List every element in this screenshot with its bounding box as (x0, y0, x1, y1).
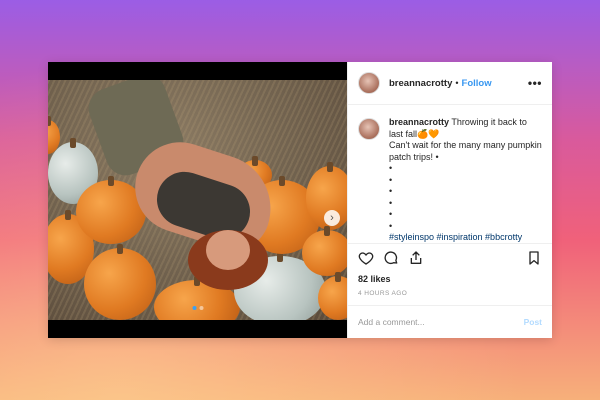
caption-text: breannacrotty Throwing it back to last f… (389, 117, 542, 243)
post-actions (348, 243, 552, 272)
carousel-dot-active (192, 306, 196, 310)
caption-hashtags[interactable]: #styleinspo #inspiration #bbcrotty #styl… (389, 232, 522, 243)
bookmark-icon[interactable] (526, 250, 542, 266)
follow-button[interactable]: Follow (462, 78, 492, 89)
carousel-dots (192, 306, 203, 310)
post-header: breannacrotty • Follow ••• (348, 62, 552, 105)
comment-bar: Post (348, 305, 552, 338)
like-heart-icon[interactable] (358, 250, 374, 266)
carousel-dot (199, 306, 203, 310)
post-sidebar: breannacrotty • Follow ••• breannacrotty… (347, 62, 552, 338)
caption-bullet: • (389, 186, 393, 196)
post-comment-button[interactable]: Post (524, 317, 542, 327)
caption-bullet: • (389, 220, 393, 231)
post-photo[interactable]: › (48, 80, 347, 320)
caption-username[interactable]: breannacrotty (389, 117, 449, 127)
caption-bullet: • (389, 163, 393, 173)
post-media: › (48, 62, 347, 338)
author-username[interactable]: breannacrotty (389, 78, 452, 89)
likes-count[interactable]: 82 likes (348, 272, 552, 286)
caption-bullet: • (389, 197, 393, 208)
comment-bubble-icon[interactable] (383, 250, 399, 266)
share-upload-icon[interactable] (408, 250, 424, 266)
instagram-post-card: › breannacrotty • Follow ••• breannacrot… (48, 62, 552, 338)
header-separator: • (455, 78, 459, 88)
caption-line-2: Can't wait for the many many pumpkin pat… (389, 140, 542, 162)
author-avatar[interactable] (358, 72, 380, 94)
photo-pumpkin (84, 248, 156, 320)
photo-pumpkin (302, 230, 347, 276)
carousel-next-button[interactable]: › (324, 210, 340, 226)
caption-bullet: • (389, 209, 393, 219)
caption-bullet: • (389, 174, 393, 185)
caption-avatar[interactable] (358, 118, 380, 140)
post-caption: breannacrotty Throwing it back to last f… (348, 105, 552, 243)
photo-subject-face (206, 230, 250, 270)
comment-input[interactable] (358, 317, 524, 327)
post-timestamp: 4 HOURS AGO (358, 290, 408, 297)
more-options-icon[interactable]: ••• (528, 76, 542, 90)
